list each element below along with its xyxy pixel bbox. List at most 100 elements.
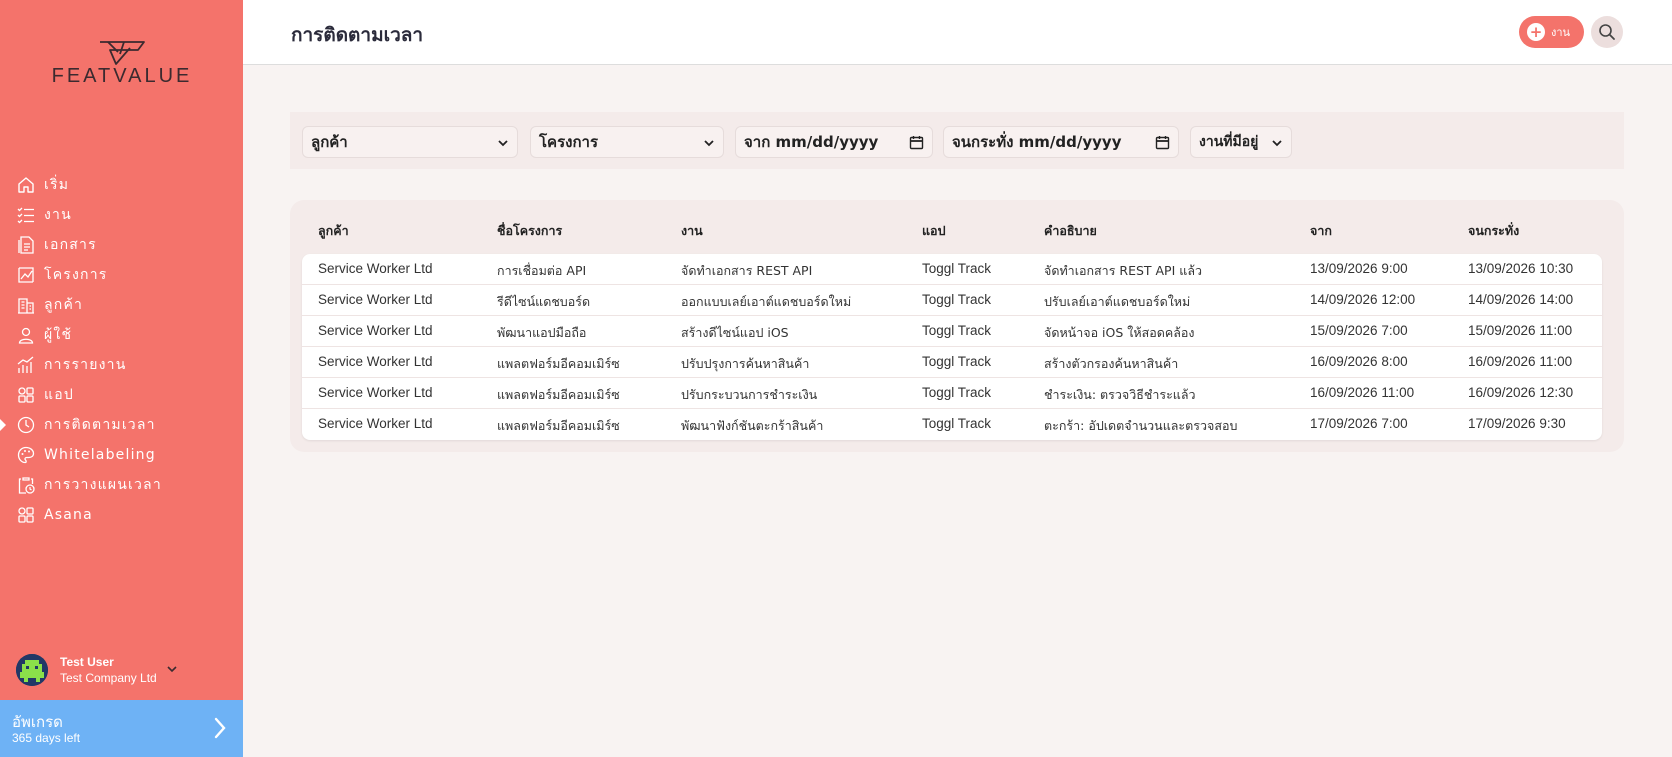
cell-app: Toggl Track bbox=[922, 354, 992, 369]
from-date-input[interactable]: จาก mm/dd/yyyy bbox=[735, 126, 933, 158]
sidebar-item-clients[interactable]: ลูกค้า bbox=[0, 290, 243, 320]
sidebar-item-label: โครงการ bbox=[44, 267, 108, 283]
sidebar-item-users[interactable]: ผู้ใช้ bbox=[0, 320, 243, 350]
cell-project: การเชื่อมต่อ API bbox=[497, 263, 587, 278]
documents-icon bbox=[16, 235, 36, 255]
cell-from: 16/09/2026 11:00 bbox=[1310, 385, 1415, 400]
cell-from: 13/09/2026 9:00 bbox=[1310, 261, 1408, 276]
chevron-down-icon bbox=[1272, 140, 1282, 147]
cell-project: แพลตฟอร์มอีคอมเมิร์ซ bbox=[497, 356, 620, 371]
cell-app: Toggl Track bbox=[922, 416, 992, 431]
cell-until: 16/09/2026 11:00 bbox=[1468, 354, 1573, 369]
calendar-icon[interactable] bbox=[1155, 135, 1170, 150]
chevron-down-icon bbox=[498, 140, 508, 147]
cell-client: Service Worker Ltd bbox=[318, 323, 433, 338]
table-row[interactable]: Service Worker Ltd การเชื่อมต่อ API จัดท… bbox=[302, 254, 1602, 285]
sidebar-item-asana[interactable]: Asana bbox=[0, 500, 243, 530]
sidebar-item-time-tracking[interactable]: การติดตามเวลา bbox=[0, 410, 243, 440]
sidebar-item-label: เริ่ม bbox=[44, 177, 70, 193]
user-company: Test Company Ltd bbox=[60, 671, 157, 685]
project-select[interactable]: โครงการ bbox=[530, 126, 724, 158]
sidebar-item-label: การติดตามเวลา bbox=[44, 417, 156, 433]
sidebar-item-whitelabeling[interactable]: Whitelabeling bbox=[0, 440, 243, 470]
sidebar-item-time-planning[interactable]: การวางแผนเวลา bbox=[0, 470, 243, 500]
search-button[interactable] bbox=[1591, 16, 1623, 48]
table-row[interactable]: Service Worker Ltd รีดีไซน์แดชบอร์ด ออกแ… bbox=[302, 285, 1602, 316]
sidebar-item-label: แอป bbox=[44, 387, 74, 403]
cell-from: 17/09/2026 7:00 bbox=[1310, 416, 1408, 431]
from-date-value: จาก mm/dd/yyyy bbox=[744, 133, 879, 151]
cell-until: 15/09/2026 11:00 bbox=[1468, 323, 1573, 338]
cell-task: ปรับปรุงการค้นหาสินค้า bbox=[681, 356, 810, 371]
sidebar-item-documents[interactable]: เอกสาร bbox=[0, 230, 243, 260]
search-icon bbox=[1599, 24, 1615, 40]
sidebar-item-label: ผู้ใช้ bbox=[44, 327, 73, 343]
sidebar-nav: เริ่ม งาน เอกสาร โครงการ ลูกค้า ผู้ใช้ ก… bbox=[0, 170, 243, 530]
chevron-right-icon bbox=[213, 716, 227, 744]
cell-client: Service Worker Ltd bbox=[318, 261, 433, 276]
column-header-app[interactable]: แอป bbox=[922, 221, 946, 241]
logo-mark-icon bbox=[100, 41, 145, 65]
cell-description: ชำระเงิน: ตรวจวิธีชำระแล้ว bbox=[1044, 387, 1196, 402]
table-row[interactable]: Service Worker Ltd พัฒนาแอปมือถือ สร้างด… bbox=[302, 316, 1602, 347]
add-task-label: งาน bbox=[1551, 26, 1571, 39]
cell-client: Service Worker Ltd bbox=[318, 385, 433, 400]
upgrade-banner[interactable]: อัพเกรด 365 days left bbox=[0, 700, 243, 757]
table-row[interactable]: Service Worker Ltd แพลตฟอร์มอีคอมเมิร์ซ … bbox=[302, 409, 1602, 440]
clock-icon bbox=[16, 415, 36, 435]
user-menu[interactable]: Test User Test Company Ltd bbox=[16, 650, 226, 690]
chevron-down-icon[interactable] bbox=[165, 661, 179, 680]
sidebar-item-label: การวางแผนเวลา bbox=[44, 477, 162, 493]
cell-app: Toggl Track bbox=[922, 292, 992, 307]
column-header-from[interactable]: จาก bbox=[1310, 221, 1332, 241]
clients-icon bbox=[16, 295, 36, 315]
sidebar-item-home[interactable]: เริ่ม bbox=[0, 170, 243, 200]
until-date-value: จนกระทั่ง mm/dd/yyyy bbox=[952, 133, 1122, 151]
until-date-input[interactable]: จนกระทั่ง mm/dd/yyyy bbox=[943, 126, 1179, 158]
column-header-task[interactable]: งาน bbox=[681, 221, 703, 241]
apps-icon bbox=[16, 505, 36, 525]
cell-task: ออกแบบเลย์เอาต์แดชบอร์ดใหม่ bbox=[681, 294, 852, 309]
tasks-icon bbox=[16, 205, 36, 225]
user-name: Test User bbox=[60, 655, 114, 669]
user-icon bbox=[16, 325, 36, 345]
time-entries-table: ลูกค้า ชื่อโครงการ งาน แอป คำอธิบาย จาก … bbox=[290, 200, 1624, 452]
cell-app: Toggl Track bbox=[922, 385, 992, 400]
chevron-down-icon bbox=[704, 140, 714, 147]
client-select[interactable]: ลูกค้า bbox=[302, 126, 518, 158]
sidebar-item-projects[interactable]: โครงการ bbox=[0, 260, 243, 290]
sidebar-item-label: การรายงาน bbox=[44, 357, 127, 373]
column-header-project[interactable]: ชื่อโครงการ bbox=[497, 221, 562, 241]
cell-client: Service Worker Ltd bbox=[318, 416, 433, 431]
table-row[interactable]: Service Worker Ltd แพลตฟอร์มอีคอมเมิร์ซ … bbox=[302, 378, 1602, 409]
cell-from: 15/09/2026 7:00 bbox=[1310, 323, 1408, 338]
upgrade-days-left: 365 days left bbox=[12, 731, 81, 745]
apps-icon bbox=[16, 385, 36, 405]
cell-project: แพลตฟอร์มอีคอมเมิร์ซ bbox=[497, 387, 620, 402]
cell-task: พัฒนาฟังก์ชันตะกร้าสินค้า bbox=[681, 418, 824, 433]
sidebar-item-label: Asana bbox=[44, 507, 93, 523]
status-select[interactable]: งานที่มีอยู่ bbox=[1190, 126, 1292, 158]
table-row[interactable]: Service Worker Ltd แพลตฟอร์มอีคอมเมิร์ซ … bbox=[302, 347, 1602, 378]
sidebar-item-apps[interactable]: แอป bbox=[0, 380, 243, 410]
plus-icon: + bbox=[1527, 23, 1545, 41]
brand-logo-text: FEATVALUE bbox=[51, 65, 193, 87]
sidebar-item-label: งาน bbox=[44, 207, 72, 223]
cell-project: พัฒนาแอปมือถือ bbox=[497, 325, 587, 340]
cell-from: 14/09/2026 12:00 bbox=[1310, 292, 1416, 307]
cell-from: 16/09/2026 8:00 bbox=[1310, 354, 1408, 369]
table-body: Service Worker Ltd การเชื่อมต่อ API จัดท… bbox=[302, 254, 1602, 440]
cell-app: Toggl Track bbox=[922, 261, 992, 276]
column-header-client[interactable]: ลูกค้า bbox=[318, 221, 349, 241]
cell-client: Service Worker Ltd bbox=[318, 292, 433, 307]
add-task-button[interactable]: + งาน bbox=[1519, 16, 1584, 48]
sidebar-item-label: ลูกค้า bbox=[44, 297, 84, 313]
column-header-description[interactable]: คำอธิบาย bbox=[1044, 221, 1097, 241]
sidebar-item-reports[interactable]: การรายงาน bbox=[0, 350, 243, 380]
calendar-icon[interactable] bbox=[909, 135, 924, 150]
column-header-until[interactable]: จนกระทั่ง bbox=[1468, 221, 1519, 241]
sidebar-item-tasks[interactable]: งาน bbox=[0, 200, 243, 230]
brand-logo[interactable]: FEATVALUE bbox=[36, 40, 208, 88]
sidebar-item-label: เอกสาร bbox=[44, 237, 97, 253]
sidebar: FEATVALUE เริ่ม งาน เอกสาร โครงการ ลูกค้… bbox=[0, 0, 243, 757]
